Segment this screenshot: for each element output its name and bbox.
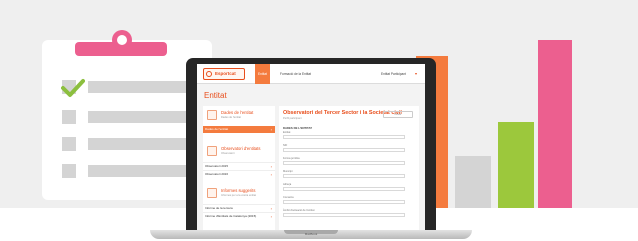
municipi-field[interactable] <box>283 174 405 178</box>
laptop-screen: Esportcat Entitat Formació de la Entitat… <box>197 64 425 232</box>
field-label: Entitat <box>283 131 291 134</box>
tab-formacio[interactable]: Formació de la Entitat <box>277 64 314 84</box>
field-label: NIF <box>283 144 288 147</box>
chevron-right-icon: › <box>270 164 272 169</box>
checklist-line <box>88 111 190 123</box>
ambit-field[interactable] <box>283 213 405 217</box>
checklist-line <box>88 165 190 177</box>
sidebar-item-observatori-2016[interactable]: Observatori 2016 › <box>203 170 275 177</box>
sidebar-card-observatori: Observatori d'entitats Observatori <box>203 144 275 160</box>
nif-field[interactable] <box>283 148 405 152</box>
sidebar-item-informe-entitats[interactable]: Informe d'Entitats de Catalunya (2015) › <box>203 212 275 219</box>
sidebar-item-observatori-2015[interactable]: Observatori 2015 › <box>203 162 275 169</box>
sidebar-card-title: Informes suggerits <box>221 188 256 193</box>
section-label: DADES DE L'ENTITAT <box>283 126 312 130</box>
sidebar-item-label: Observatori 2015 <box>205 164 229 168</box>
calendar-icon <box>207 110 217 120</box>
logo-mark-icon <box>206 71 212 77</box>
sidebar-item-informe-tercera[interactable]: Informe de la tercera › <box>203 204 275 211</box>
app-logo[interactable]: Esportcat <box>203 68 245 80</box>
chevron-down-icon[interactable]: ▾ <box>415 72 417 76</box>
user-menu[interactable]: Entitat Participant <box>381 64 406 84</box>
checklist-line <box>88 81 190 93</box>
calendar-icon <box>207 146 217 156</box>
forma-juridica-field[interactable] <box>283 161 405 165</box>
chevron-right-icon: › <box>270 206 272 211</box>
sidebar-item-dades[interactable]: Dades de l'entitat › <box>203 126 275 133</box>
sidebar-card-informes: Informes suggerits Informes per a la vos… <box>203 186 275 202</box>
logo-text: Esportcat <box>215 71 236 76</box>
chevron-right-icon: › <box>270 127 272 132</box>
sidebar-card-subtitle: Dades de l'entitat <box>221 116 241 119</box>
checklist-line <box>88 138 190 150</box>
check-icon <box>61 79 85 97</box>
sidebar-card-title: Dades de l'entitat <box>221 110 254 115</box>
sidebar-item-label: Dades de l'entitat <box>205 127 229 131</box>
field-label: Comarca <box>283 196 294 199</box>
sidebar-card-title: Observatori d'entitats <box>221 146 261 151</box>
field-label: Adreça <box>283 183 292 186</box>
laptop-brand-label: MacBook <box>304 232 318 236</box>
sidebar-card-dades: Dades de l'entitat Dades de l'entitat <box>203 108 275 124</box>
sidebar-item-label: Informe de la tercera <box>205 206 233 210</box>
sidebar-card-subtitle: Informes per a la vostra entitat <box>221 194 257 197</box>
checkbox-shape <box>62 164 76 178</box>
main-content: Observatori del Tercer Sector i la Socie… <box>279 106 419 232</box>
sidebar-item-label: Informe d'Entitats de Catalunya (2015) <box>205 214 257 218</box>
chevron-right-icon: › <box>270 214 272 219</box>
chevron-right-icon: › <box>270 172 272 177</box>
decorative-bar-green <box>498 122 534 208</box>
checkbox-shape <box>62 110 76 124</box>
sidebar: Dades de l'entitat Dades de l'entitat Da… <box>203 106 275 232</box>
field-label: Municipi <box>283 170 293 173</box>
decorative-bar-pink <box>538 40 572 208</box>
content-subtitle: Perfil participant <box>283 117 302 120</box>
adreca-field[interactable] <box>283 187 405 191</box>
calendar-icon <box>207 188 217 198</box>
decorative-bar-grey <box>455 156 491 208</box>
app-header: Esportcat Entitat Formació de la Entitat… <box>197 64 425 84</box>
checkbox-shape <box>62 137 76 151</box>
sidebar-item-label: Observatori 2016 <box>205 172 229 176</box>
tab-entitat[interactable]: Entitat <box>255 64 271 84</box>
sidebar-card-subtitle: Observatori <box>221 152 235 155</box>
field-label: Forma jurídica <box>283 157 300 160</box>
comarca-field[interactable] <box>283 200 405 204</box>
page-title: Entitat <box>204 91 227 100</box>
save-button[interactable]: Desar <box>383 111 413 118</box>
entitat-field[interactable] <box>283 135 405 139</box>
clipboard-clip-hole <box>117 35 127 45</box>
field-label: Àmbit d'actuació de l'entitat <box>283 209 315 212</box>
